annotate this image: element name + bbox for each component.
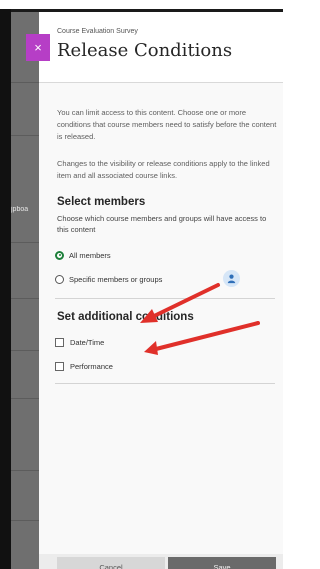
background-row-divider [11,242,39,243]
all-members-radio[interactable] [55,250,64,260]
background-course-page [11,12,39,569]
screenshot-frame: jpboa Course Evaluation Survey Release C… [0,0,283,569]
background-row-divider [11,135,39,136]
panel-header: Course Evaluation Survey Release Conditi… [39,12,283,82]
section-divider [55,298,275,299]
select-members-title: Select members [57,196,146,208]
all-members-label: All members [69,250,111,260]
date-time-checkbox[interactable] [55,337,64,347]
specific-members-label: Specific members or groups [69,274,163,284]
specific-members-radio-option[interactable]: Specific members or groups [55,273,162,285]
all-members-radio-option[interactable]: All members [55,249,111,261]
performance-checkbox[interactable] [55,361,64,371]
breadcrumb: Course Evaluation Survey [57,28,138,35]
date-time-checkbox-option[interactable]: Date/Time [55,336,104,348]
specific-members-radio[interactable] [55,274,64,284]
intro-paragraph: You can limit access to this content. Ch… [57,108,277,141]
left-edge [0,9,11,569]
background-row-divider [11,350,39,351]
release-conditions-panel: Course Evaluation Survey Release Conditi… [39,12,283,569]
section-divider [55,383,275,384]
background-row-divider [11,520,39,521]
select-members-subtitle: Choose which course members and groups w… [57,214,267,234]
close-icon: × [34,40,42,55]
background-row-divider [11,82,39,83]
performance-checkbox-option[interactable]: Performance [55,360,113,372]
panel-footer: Cancel Save [39,554,283,569]
additional-conditions-title: Set additional conditions [57,311,194,323]
background-item-label: jpboa [11,206,29,213]
save-button[interactable]: Save [168,557,276,569]
cancel-button[interactable]: Cancel [57,557,165,569]
background-row-divider [11,398,39,399]
page-title: Release Conditions [57,40,233,61]
close-panel-button[interactable]: × [26,34,50,61]
performance-label: Performance [70,361,113,371]
people-icon[interactable] [223,270,240,287]
date-time-label: Date/Time [70,337,105,347]
visibility-note: Changes to the visibility or release con… [57,159,270,180]
background-row-divider [11,470,39,471]
background-row-divider [11,298,39,299]
